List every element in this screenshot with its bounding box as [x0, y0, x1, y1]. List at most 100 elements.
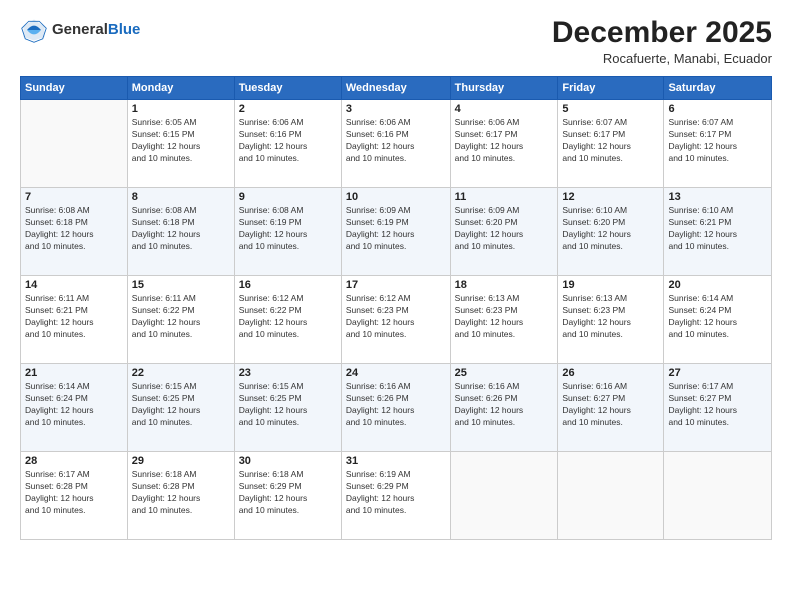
- day-info: Sunrise: 6:17 AM Sunset: 6:28 PM Dayligh…: [25, 469, 123, 517]
- calendar-week-row: 14Sunrise: 6:11 AM Sunset: 6:21 PM Dayli…: [21, 276, 772, 364]
- day-info: Sunrise: 6:14 AM Sunset: 6:24 PM Dayligh…: [668, 293, 767, 341]
- logo: GeneralBlue: [20, 16, 140, 44]
- day-info: Sunrise: 6:07 AM Sunset: 6:17 PM Dayligh…: [562, 117, 659, 165]
- day-info: Sunrise: 6:13 AM Sunset: 6:23 PM Dayligh…: [562, 293, 659, 341]
- day-info: Sunrise: 6:11 AM Sunset: 6:22 PM Dayligh…: [132, 293, 230, 341]
- day-info: Sunrise: 6:15 AM Sunset: 6:25 PM Dayligh…: [132, 381, 230, 429]
- calendar-cell: 10 Sunrise: 6:09 AM Sunset: 6:19 PM Dayli…: [341, 188, 450, 276]
- day-number: 19: [562, 279, 659, 291]
- calendar-cell: 3 Sunrise: 6:06 AM Sunset: 6:16 PM Daylig…: [341, 100, 450, 188]
- calendar-cell: [558, 452, 664, 540]
- day-info: Sunrise: 6:12 AM Sunset: 6:22 PM Dayligh…: [239, 293, 337, 341]
- calendar-cell: 21 Sunrise: 6:14 AM Sunset: 6:24 PM Dayli…: [21, 364, 128, 452]
- day-number: 13: [668, 191, 767, 203]
- day-number: 7: [25, 191, 123, 203]
- calendar-cell: 8Sunrise: 6:08 AM Sunset: 6:18 PM Daylig…: [127, 188, 234, 276]
- calendar-cell: [21, 100, 128, 188]
- month-title: December 2025: [552, 16, 772, 49]
- calendar-header-tuesday: Tuesday: [234, 77, 341, 100]
- day-number: 26: [562, 367, 659, 379]
- day-number: 10: [346, 191, 446, 203]
- calendar-cell: 29 Sunrise: 6:18 AM Sunset: 6:28 PM Dayli…: [127, 452, 234, 540]
- calendar-cell: 11 Sunrise: 6:09 AM Sunset: 6:20 PM Dayli…: [450, 188, 558, 276]
- day-info: Sunrise: 6:16 AM Sunset: 6:27 PM Dayligh…: [562, 381, 659, 429]
- day-number: 21: [25, 367, 123, 379]
- day-number: 25: [455, 367, 554, 379]
- location: Rocafuerte, Manabi, Ecuador: [552, 51, 772, 66]
- day-number: 3: [346, 103, 446, 115]
- day-number: 24: [346, 367, 446, 379]
- day-info: Sunrise: 6:09 AM Sunset: 6:20 PM Dayligh…: [455, 205, 554, 253]
- calendar-week-row: 28 Sunrise: 6:17 AM Sunset: 6:28 PM Dayli…: [21, 452, 772, 540]
- day-number: 29: [132, 455, 230, 467]
- day-number: 28: [25, 455, 123, 467]
- calendar-cell: 2 Sunrise: 6:06 AM Sunset: 6:16 PM Daylig…: [234, 100, 341, 188]
- calendar-cell: 28 Sunrise: 6:17 AM Sunset: 6:28 PM Dayli…: [21, 452, 128, 540]
- day-info: Sunrise: 6:06 AM Sunset: 6:17 PM Dayligh…: [455, 117, 554, 165]
- day-number: 4: [455, 103, 554, 115]
- day-info: Sunrise: 6:18 AM Sunset: 6:28 PM Dayligh…: [132, 469, 230, 517]
- calendar-cell: 22 Sunrise: 6:15 AM Sunset: 6:25 PM Dayli…: [127, 364, 234, 452]
- calendar-header-friday: Friday: [558, 77, 664, 100]
- calendar-cell: 15Sunrise: 6:11 AM Sunset: 6:22 PM Dayli…: [127, 276, 234, 364]
- logo-blue: Blue: [108, 21, 141, 38]
- calendar-cell: 30 Sunrise: 6:18 AM Sunset: 6:29 PM Dayli…: [234, 452, 341, 540]
- calendar-cell: 9 Sunrise: 6:08 AM Sunset: 6:19 PM Daylig…: [234, 188, 341, 276]
- day-info: Sunrise: 6:09 AM Sunset: 6:19 PM Dayligh…: [346, 205, 446, 253]
- day-number: 22: [132, 367, 230, 379]
- calendar-cell: 31Sunrise: 6:19 AM Sunset: 6:29 PM Dayli…: [341, 452, 450, 540]
- calendar-cell: 6Sunrise: 6:07 AM Sunset: 6:17 PM Daylig…: [664, 100, 772, 188]
- day-info: Sunrise: 6:16 AM Sunset: 6:26 PM Dayligh…: [455, 381, 554, 429]
- day-number: 9: [239, 191, 337, 203]
- calendar-header-thursday: Thursday: [450, 77, 558, 100]
- day-number: 11: [455, 191, 554, 203]
- day-info: Sunrise: 6:17 AM Sunset: 6:27 PM Dayligh…: [668, 381, 767, 429]
- calendar-header-sunday: Sunday: [21, 77, 128, 100]
- calendar-cell: 26 Sunrise: 6:16 AM Sunset: 6:27 PM Dayli…: [558, 364, 664, 452]
- logo-text: GeneralBlue: [52, 21, 140, 39]
- day-info: Sunrise: 6:05 AM Sunset: 6:15 PM Dayligh…: [132, 117, 230, 165]
- day-number: 6: [668, 103, 767, 115]
- day-info: Sunrise: 6:10 AM Sunset: 6:21 PM Dayligh…: [668, 205, 767, 253]
- day-number: 12: [562, 191, 659, 203]
- calendar-cell: [450, 452, 558, 540]
- day-number: 18: [455, 279, 554, 291]
- day-info: Sunrise: 6:06 AM Sunset: 6:16 PM Dayligh…: [346, 117, 446, 165]
- calendar-cell: 27Sunrise: 6:17 AM Sunset: 6:27 PM Dayli…: [664, 364, 772, 452]
- day-number: 1: [132, 103, 230, 115]
- title-section: December 2025 Rocafuerte, Manabi, Ecuado…: [552, 16, 772, 66]
- calendar-cell: 1 Sunrise: 6:05 AM Sunset: 6:15 PM Daylig…: [127, 100, 234, 188]
- calendar-cell: 19 Sunrise: 6:13 AM Sunset: 6:23 PM Dayli…: [558, 276, 664, 364]
- calendar-cell: 5Sunrise: 6:07 AM Sunset: 6:17 PM Daylig…: [558, 100, 664, 188]
- calendar-cell: 12 Sunrise: 6:10 AM Sunset: 6:20 PM Dayli…: [558, 188, 664, 276]
- day-info: Sunrise: 6:18 AM Sunset: 6:29 PM Dayligh…: [239, 469, 337, 517]
- calendar-cell: 24 Sunrise: 6:16 AM Sunset: 6:26 PM Dayli…: [341, 364, 450, 452]
- calendar-cell: 23Sunrise: 6:15 AM Sunset: 6:25 PM Dayli…: [234, 364, 341, 452]
- calendar-table: SundayMondayTuesdayWednesdayThursdayFrid…: [20, 76, 772, 540]
- day-info: Sunrise: 6:10 AM Sunset: 6:20 PM Dayligh…: [562, 205, 659, 253]
- day-number: 30: [239, 455, 337, 467]
- day-info: Sunrise: 6:16 AM Sunset: 6:26 PM Dayligh…: [346, 381, 446, 429]
- day-info: Sunrise: 6:15 AM Sunset: 6:25 PM Dayligh…: [239, 381, 337, 429]
- day-info: Sunrise: 6:19 AM Sunset: 6:29 PM Dayligh…: [346, 469, 446, 517]
- calendar-header-monday: Monday: [127, 77, 234, 100]
- calendar-week-row: 21 Sunrise: 6:14 AM Sunset: 6:24 PM Dayli…: [21, 364, 772, 452]
- day-info: Sunrise: 6:13 AM Sunset: 6:23 PM Dayligh…: [455, 293, 554, 341]
- day-info: Sunrise: 6:08 AM Sunset: 6:19 PM Dayligh…: [239, 205, 337, 253]
- calendar-week-row: 1 Sunrise: 6:05 AM Sunset: 6:15 PM Daylig…: [21, 100, 772, 188]
- calendar-cell: 4 Sunrise: 6:06 AM Sunset: 6:17 PM Daylig…: [450, 100, 558, 188]
- page: GeneralBlue December 2025 Rocafuerte, Ma…: [0, 0, 792, 612]
- day-number: 2: [239, 103, 337, 115]
- day-info: Sunrise: 6:08 AM Sunset: 6:18 PM Dayligh…: [25, 205, 123, 253]
- calendar-cell: 18 Sunrise: 6:13 AM Sunset: 6:23 PM Dayli…: [450, 276, 558, 364]
- calendar-cell: 7 Sunrise: 6:08 AM Sunset: 6:18 PM Daylig…: [21, 188, 128, 276]
- day-number: 17: [346, 279, 446, 291]
- header: GeneralBlue December 2025 Rocafuerte, Ma…: [20, 16, 772, 66]
- day-number: 20: [668, 279, 767, 291]
- day-info: Sunrise: 6:06 AM Sunset: 6:16 PM Dayligh…: [239, 117, 337, 165]
- day-info: Sunrise: 6:14 AM Sunset: 6:24 PM Dayligh…: [25, 381, 123, 429]
- day-number: 8: [132, 191, 230, 203]
- calendar-cell: 14Sunrise: 6:11 AM Sunset: 6:21 PM Dayli…: [21, 276, 128, 364]
- calendar-week-row: 7 Sunrise: 6:08 AM Sunset: 6:18 PM Daylig…: [21, 188, 772, 276]
- calendar-cell: 17Sunrise: 6:12 AM Sunset: 6:23 PM Dayli…: [341, 276, 450, 364]
